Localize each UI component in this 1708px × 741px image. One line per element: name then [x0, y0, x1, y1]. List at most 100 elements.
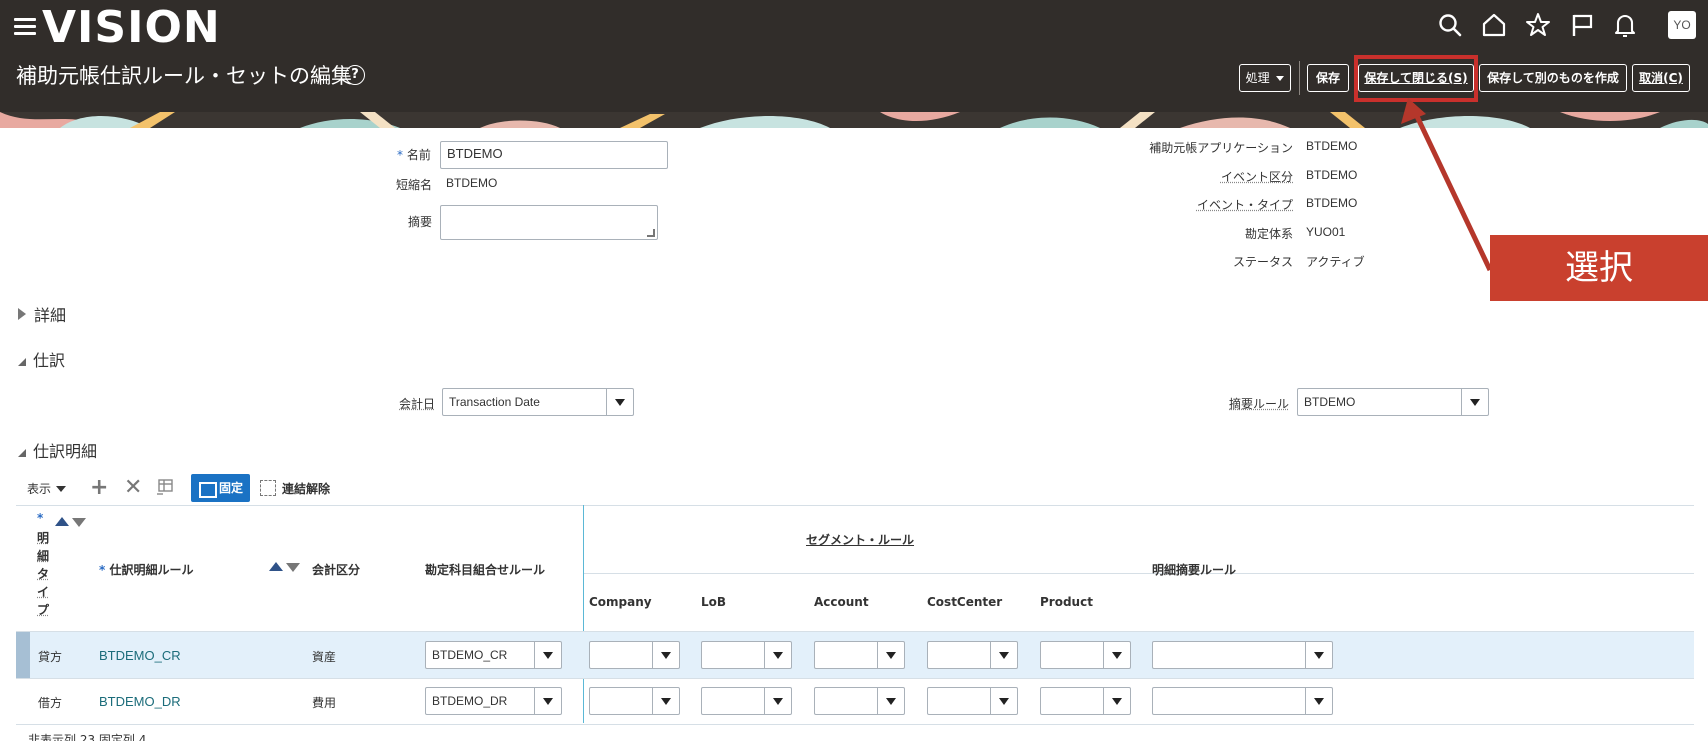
dropdown-arrow-icon[interactable] [1305, 688, 1332, 714]
dropdown-arrow-icon[interactable] [606, 389, 633, 415]
dropdown-arrow-icon[interactable] [1461, 389, 1488, 415]
view-menu[interactable]: 表示 [27, 480, 67, 497]
user-avatar[interactable]: YO [1668, 11, 1696, 39]
details-section-toggle[interactable]: 詳細 [18, 302, 66, 326]
expand-icon [18, 308, 26, 320]
help-icon[interactable]: ? [345, 65, 365, 85]
account-rule-select[interactable]: BTDEMO_CR [425, 641, 562, 669]
dropdown-arrow-icon[interactable] [764, 688, 791, 714]
freeze-button[interactable]: 固定 [191, 474, 250, 502]
dropdown-arrow-icon[interactable] [534, 688, 561, 714]
save-and-create-another-button[interactable]: 保存して別のものを作成 [1479, 64, 1627, 92]
segment-rule-select[interactable] [701, 687, 792, 715]
dropdown-arrow-icon[interactable] [652, 688, 679, 714]
info-label: ステータス [1232, 255, 1293, 269]
segment-rule-select[interactable] [814, 687, 905, 715]
collapse-icon [18, 441, 26, 457]
collapse-icon [18, 350, 26, 366]
segment-rule-select[interactable] [589, 641, 680, 669]
details-section-title: 詳細 [34, 306, 67, 325]
accounting-class-cell: 資産 [312, 650, 337, 664]
dropdown-arrow-icon[interactable] [877, 642, 904, 668]
column-group-segment-rules: セグメント・ルール [806, 533, 915, 547]
column-header-line-description-rule[interactable]: 明細摘要ルール [1152, 561, 1236, 578]
header-separator [1299, 61, 1300, 95]
save-button[interactable]: 保存 [1307, 64, 1349, 92]
annotation-callout: 選択 [1490, 235, 1708, 301]
description-rule-value: BTDEMO [1304, 395, 1356, 409]
account-rule-select[interactable]: BTDEMO_DR [425, 687, 562, 715]
table-bottom-border [16, 724, 1694, 725]
column-header-cost-center[interactable]: CostCenter [927, 595, 1002, 609]
resize-handle-icon[interactable] [647, 229, 655, 237]
column-header-account-rule[interactable]: 勘定科目組合せルール [425, 561, 545, 578]
bell-icon[interactable] [1612, 12, 1638, 38]
search-icon[interactable] [1437, 12, 1463, 38]
description-field[interactable] [440, 205, 658, 240]
column-header-lob[interactable]: LoB [701, 595, 726, 609]
cancel-button[interactable]: 取消(C) [1632, 64, 1690, 92]
line-rule-link[interactable]: BTDEMO_DR [99, 694, 181, 709]
description-label: 摘要 [408, 215, 433, 229]
page-title: 補助元帳仕訳ルール・セットの編集 [16, 64, 352, 88]
delete-icon[interactable]: ✕ [124, 477, 142, 499]
segment-rule-select[interactable] [1040, 687, 1131, 715]
journal-section-title: 仕訳 [33, 351, 66, 370]
segment-rule-select[interactable] [927, 687, 1018, 715]
segment-rule-select[interactable] [1040, 641, 1131, 669]
chevron-down-icon [1276, 76, 1285, 81]
info-value: BTDEMO [1306, 168, 1358, 182]
dropdown-arrow-icon[interactable] [990, 642, 1017, 668]
journal-lines-section-title: 仕訳明細 [33, 442, 98, 461]
sort-ascending-icon[interactable] [55, 517, 69, 526]
column-header-line-type[interactable]: 明細タイプ [37, 529, 51, 619]
select-value: BTDEMO_DR [432, 694, 508, 708]
dropdown-arrow-icon[interactable] [534, 642, 561, 668]
line-description-rule-select[interactable] [1152, 641, 1333, 669]
short-name-value: BTDEMO [446, 176, 498, 190]
add-icon[interactable]: + [90, 477, 108, 499]
segment-rule-select[interactable] [927, 641, 1018, 669]
actions-menu-button[interactable]: 処理 [1239, 64, 1291, 92]
star-icon[interactable] [1525, 12, 1551, 38]
journal-section-toggle[interactable]: 仕訳 [18, 347, 65, 371]
description-rule-select[interactable]: BTDEMO [1297, 388, 1489, 416]
dropdown-arrow-icon[interactable] [1305, 642, 1332, 668]
dropdown-arrow-icon[interactable] [1103, 642, 1130, 668]
home-icon[interactable] [1481, 12, 1507, 38]
columns-icon[interactable] [156, 478, 174, 496]
required-marker: * [37, 511, 44, 525]
accounting-date-select[interactable]: Transaction Date [442, 388, 634, 416]
line-description-rule-select[interactable] [1152, 687, 1333, 715]
dropdown-arrow-icon[interactable] [652, 642, 679, 668]
line-type-cell: 借方 [38, 696, 63, 710]
dropdown-arrow-icon[interactable] [877, 688, 904, 714]
dropdown-arrow-icon[interactable] [764, 642, 791, 668]
column-group-border [584, 573, 1694, 574]
sort-descending-icon[interactable] [72, 518, 86, 527]
segment-rule-select[interactable] [589, 687, 680, 715]
name-field[interactable]: BTDEMO [440, 141, 668, 169]
column-header-accounting-class[interactable]: 会計区分 [312, 561, 360, 578]
info-value: アクティブ [1306, 255, 1365, 269]
sort-ascending-icon[interactable] [269, 562, 283, 571]
info-value: BTDEMO [1306, 196, 1358, 210]
column-header-account[interactable]: Account [814, 595, 869, 609]
actions-label: 処理 [1245, 71, 1270, 85]
segment-rule-select[interactable] [814, 641, 905, 669]
line-rule-link[interactable]: BTDEMO_CR [99, 648, 181, 663]
column-header-company[interactable]: Company [589, 595, 652, 609]
decorative-banner [0, 112, 1708, 128]
name-label: * 名前 [397, 148, 431, 162]
column-header-line-rule[interactable]: * 仕訳明細ルール [99, 561, 193, 578]
column-header-product[interactable]: Product [1040, 595, 1093, 609]
sort-descending-icon[interactable] [286, 563, 300, 572]
menu-icon[interactable] [14, 18, 36, 36]
highlight-save-and-close [1354, 55, 1478, 102]
flag-icon[interactable] [1569, 12, 1595, 38]
dropdown-arrow-icon[interactable] [990, 688, 1017, 714]
segment-rule-select[interactable] [701, 641, 792, 669]
journal-lines-section-toggle[interactable]: 仕訳明細 [18, 438, 97, 462]
detach-button[interactable]: 連結解除 [260, 480, 330, 497]
dropdown-arrow-icon[interactable] [1103, 688, 1130, 714]
